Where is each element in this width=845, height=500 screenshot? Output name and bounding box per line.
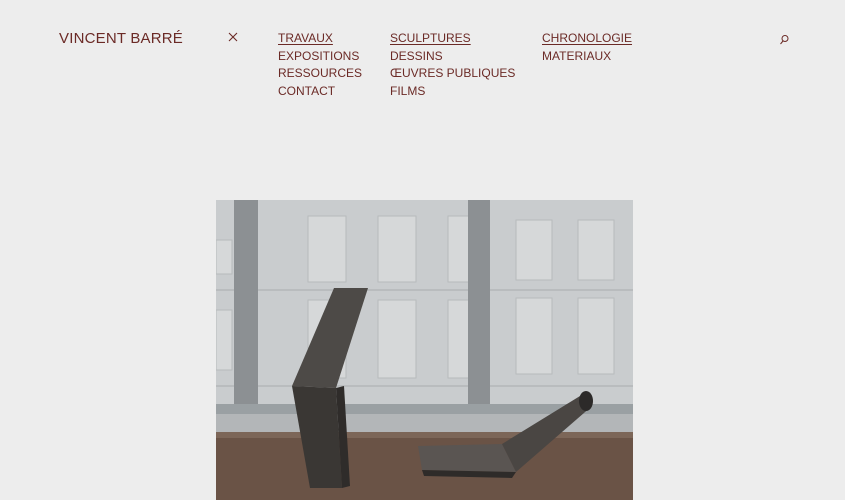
sculpture-photo[interactable]	[216, 200, 633, 500]
nav-item-materiaux[interactable]: MATERIAUX	[542, 48, 632, 66]
nav-item-oeuvres-publiques[interactable]: ŒUVRES PUBLIQUES	[390, 65, 515, 83]
search-icon[interactable]	[779, 32, 790, 45]
nav-column-1: TRAVAUX EXPOSITIONS RESSOURCES CONTACT	[278, 30, 362, 101]
nav-item-travaux[interactable]: TRAVAUX	[278, 30, 362, 48]
nav-item-contact[interactable]: CONTACT	[278, 83, 362, 101]
nav-item-sculptures[interactable]: SCULPTURES	[390, 30, 515, 48]
nav-item-dessins[interactable]: DESSINS	[390, 48, 515, 66]
nav-column-3: CHRONOLOGIE MATERIAUX	[542, 30, 632, 65]
nav-item-chronologie[interactable]: CHRONOLOGIE	[542, 30, 632, 48]
nav-item-films[interactable]: FILMS	[390, 83, 515, 101]
nav-item-expositions[interactable]: EXPOSITIONS	[278, 48, 362, 66]
nav-item-ressources[interactable]: RESSOURCES	[278, 65, 362, 83]
nav-column-2: SCULPTURES DESSINS ŒUVRES PUBLIQUES FILM…	[390, 30, 515, 101]
close-icon[interactable]	[226, 30, 240, 44]
site-title[interactable]: VINCENT BARRÉ	[59, 30, 183, 47]
